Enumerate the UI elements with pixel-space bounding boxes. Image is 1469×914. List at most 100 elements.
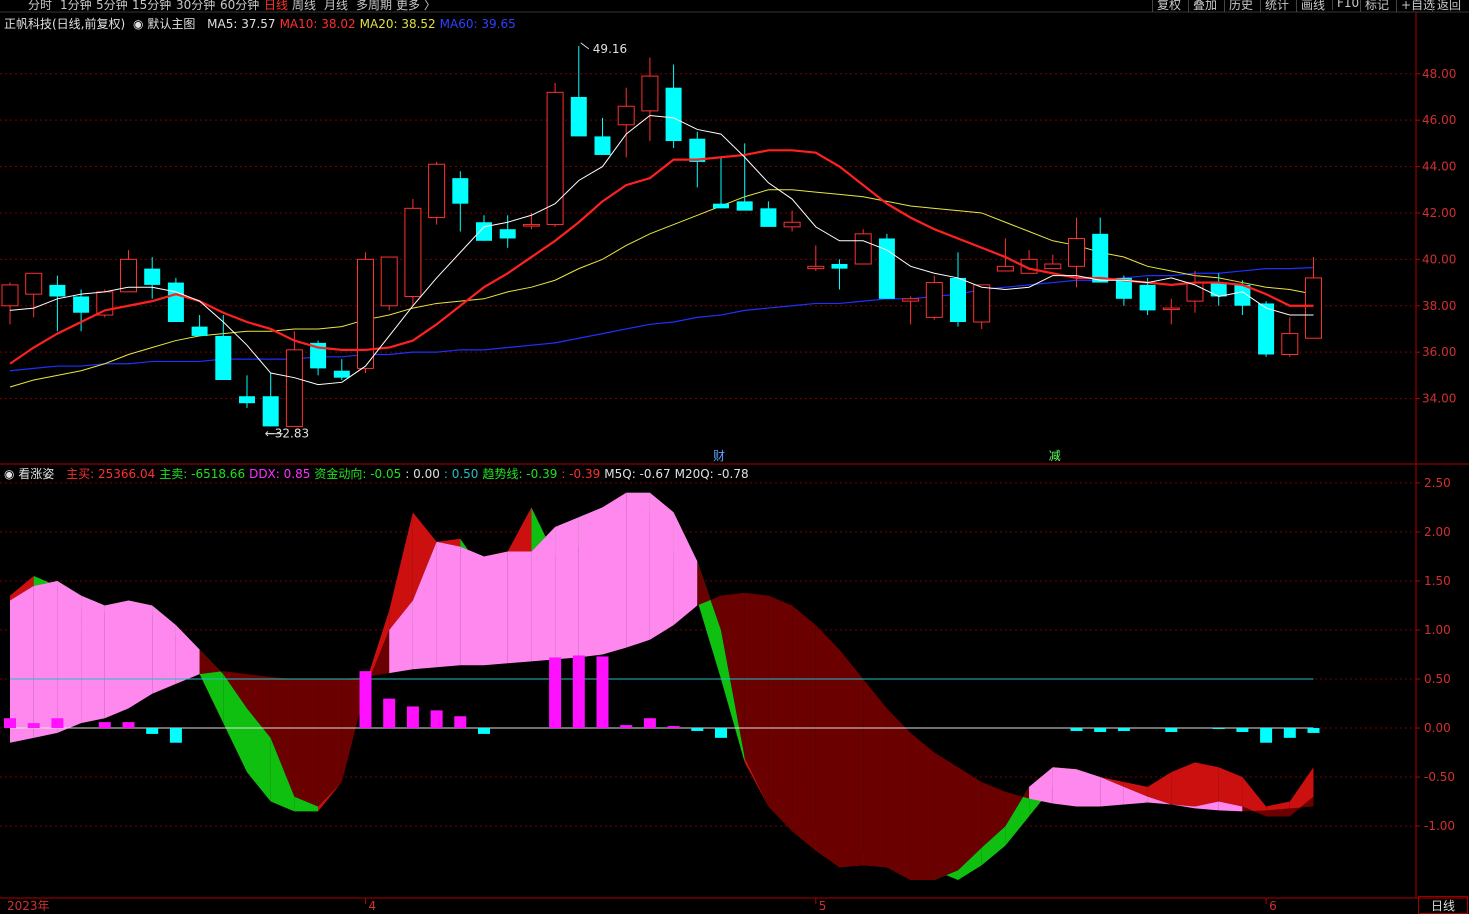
x-axis-label: 2023年 bbox=[7, 899, 50, 913]
sub-y-tick-label: -1.00 bbox=[1424, 819, 1455, 833]
template-selector[interactable]: ◉ 默认主图 bbox=[133, 17, 199, 31]
candle-down bbox=[452, 178, 469, 204]
ddx-bar bbox=[359, 671, 372, 729]
fund-area-segment bbox=[1052, 767, 1077, 807]
ma5-line bbox=[9, 115, 1314, 386]
ddx-bar bbox=[383, 698, 396, 729]
fund-area-segment bbox=[104, 600, 129, 719]
toolbar-button-8[interactable]: 返回 bbox=[1432, 0, 1461, 12]
ddx-bar bbox=[1260, 728, 1273, 743]
period-4[interactable]: 30分钟 bbox=[176, 0, 215, 12]
main-y-tick-label: 36.00 bbox=[1422, 345, 1456, 359]
template-label: 默认主图 bbox=[147, 17, 196, 31]
indicator-value-9: M20Q: -0.78 bbox=[674, 467, 749, 481]
ddx-bar bbox=[98, 722, 111, 729]
period-10[interactable]: 更多 〉 bbox=[396, 0, 436, 12]
period-8[interactable]: 月线 bbox=[324, 0, 348, 12]
period-1[interactable]: 1分钟 bbox=[60, 0, 92, 12]
fund-area-segment bbox=[81, 595, 105, 724]
candle-down bbox=[49, 284, 66, 297]
candle-up bbox=[1162, 307, 1180, 311]
candle-down bbox=[1210, 282, 1227, 297]
ddx-bar bbox=[667, 726, 680, 729]
candle-down bbox=[950, 277, 966, 322]
period-3[interactable]: 15分钟 bbox=[132, 0, 171, 12]
main-y-tick-label: 34.00 bbox=[1422, 392, 1456, 406]
toolbar-button-3[interactable]: 统计 bbox=[1260, 0, 1289, 12]
candle-up bbox=[1281, 333, 1299, 355]
fund-area-segment bbox=[863, 679, 887, 868]
sub-y-tick-label: 2.50 bbox=[1424, 476, 1451, 490]
low-price-label: ←32.83 bbox=[265, 427, 309, 441]
ma-label-2: MA20: 38.52 bbox=[359, 17, 436, 31]
period-6[interactable]: 日线 bbox=[264, 0, 288, 12]
candle-down bbox=[239, 396, 255, 404]
ddx-bar bbox=[4, 718, 16, 729]
candle-up bbox=[617, 105, 635, 126]
toolbar-button-4[interactable]: 画线 bbox=[1296, 0, 1325, 12]
candle-up bbox=[783, 221, 801, 228]
period-label[interactable]: 日线 bbox=[1418, 896, 1468, 914]
candle-up bbox=[546, 91, 564, 226]
indicator-value-2: DDX: 0.85 bbox=[249, 467, 311, 481]
toolbar-button-7[interactable]: +自选 bbox=[1396, 0, 1435, 12]
event-marker-fin: 财 bbox=[713, 449, 725, 463]
indicator-value-7: : -0.39 bbox=[561, 467, 601, 481]
fund-area-segment bbox=[673, 512, 698, 626]
period-5[interactable]: 60分钟 bbox=[220, 0, 259, 12]
candle-up bbox=[522, 224, 540, 227]
indicator-info: ◉ 看涨姿 主买: 25366.04 主卖: -6518.66 DDX: 0.85 资… bbox=[4, 465, 757, 482]
toolbar-button-2[interactable]: 历史 bbox=[1224, 0, 1253, 12]
fund-area-segment bbox=[318, 679, 342, 807]
candle-down bbox=[831, 264, 848, 269]
fund-area-segment bbox=[649, 492, 674, 640]
fund-area-segment bbox=[626, 492, 650, 648]
period-2[interactable]: 5分钟 bbox=[96, 0, 128, 12]
candle-down bbox=[73, 296, 90, 313]
main-chart-info: 正帆科技(日线,前复权) ◉ 默认主图 MA5: 37.57 MA10: 38.0… bbox=[4, 15, 524, 32]
candle-down bbox=[476, 222, 492, 241]
sub-y-tick-label: 1.50 bbox=[1424, 574, 1451, 588]
ddx-bar bbox=[454, 716, 467, 729]
candle-down bbox=[262, 396, 279, 427]
fund-area-segment bbox=[768, 595, 793, 831]
period-toolbar: 分时 1分钟 5分钟 15分钟 30分钟 60分钟 日线 周线 月线 多周期 更多 〉 复权 叠加 历史统… bbox=[0, 0, 1469, 12]
candle-down bbox=[333, 370, 350, 378]
period-0[interactable]: 分时 bbox=[28, 0, 52, 12]
period-9[interactable]: 多周期 bbox=[356, 0, 392, 12]
sub-y-tick-label: 0.50 bbox=[1424, 672, 1451, 686]
indicator-selector[interactable]: ◉ 看涨姿 bbox=[4, 467, 58, 481]
candle-down bbox=[1139, 284, 1156, 311]
fund-area-segment bbox=[555, 517, 579, 660]
indicator-value-1: 主卖: -6518.66 bbox=[159, 467, 246, 481]
ddx-bar bbox=[691, 728, 704, 731]
fund-area-segment bbox=[294, 679, 319, 807]
candle-down bbox=[570, 96, 587, 137]
fund-area-segment bbox=[57, 580, 82, 733]
candle-down bbox=[760, 208, 777, 227]
toolbar-button-5[interactable]: F10 bbox=[1332, 0, 1359, 10]
kline-chart[interactable]: 34.0036.0038.0040.0042.0044.0046.0048.00… bbox=[0, 0, 1469, 914]
stock-name: 正帆科技(日线,前复权) bbox=[4, 17, 126, 31]
toolbar-button-0[interactable]: 复权 bbox=[1152, 0, 1181, 12]
ddx-bar bbox=[643, 718, 656, 729]
ddx-bar bbox=[1212, 728, 1225, 730]
period-7[interactable]: 周线 bbox=[292, 0, 316, 12]
ddx-bar bbox=[430, 710, 443, 729]
toolbar-button-6[interactable]: 标记 bbox=[1360, 0, 1389, 12]
ddx-bar bbox=[169, 728, 182, 743]
ddx-bar bbox=[596, 656, 609, 729]
toolbar-button-1[interactable]: 叠加 bbox=[1188, 0, 1217, 12]
ma-label-1: MA10: 38.02 bbox=[279, 17, 356, 31]
sub-y-tick-label: 2.00 bbox=[1424, 525, 1451, 539]
ddx-bar bbox=[715, 728, 727, 738]
ddx-bar bbox=[549, 657, 562, 729]
candle-down bbox=[144, 268, 161, 285]
candle-up bbox=[380, 256, 398, 307]
candle-up bbox=[973, 284, 991, 323]
trend-ribbon-segment bbox=[1195, 762, 1219, 807]
ddx-bar bbox=[478, 728, 490, 734]
ma-label-3: MA60: 39.65 bbox=[439, 17, 516, 31]
candle-up bbox=[902, 298, 920, 302]
fund-area-segment bbox=[484, 551, 508, 666]
